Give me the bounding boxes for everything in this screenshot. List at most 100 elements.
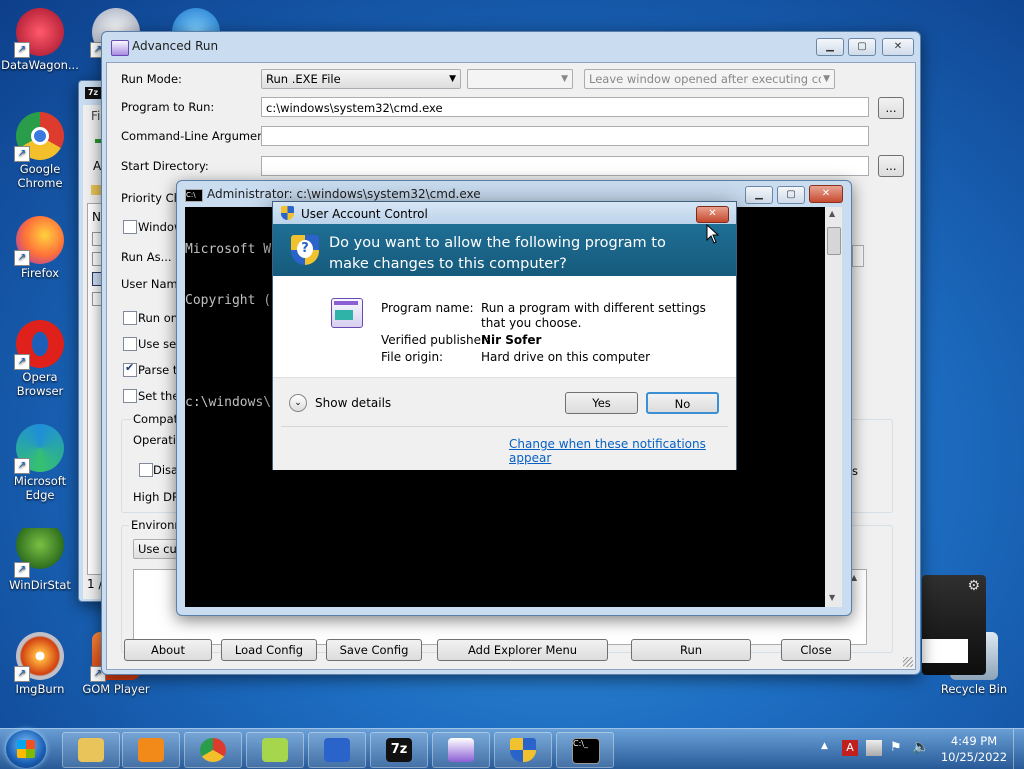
shortcut-arrow-icon: ↗	[14, 42, 30, 58]
close-window-button[interactable]: ✕	[809, 185, 843, 203]
run-on-checkbox[interactable]	[123, 311, 137, 325]
cmd-scrollbar[interactable]: ▲ ▼	[825, 207, 842, 607]
windows-logo-icon	[17, 740, 35, 758]
shield-icon	[510, 738, 536, 762]
taskbar-explorer[interactable]	[62, 732, 120, 768]
shortcut-arrow-icon: ↗	[14, 666, 30, 682]
desktop-icon-chrome[interactable]: ↗ Google Chrome	[0, 112, 80, 190]
publisher-value: Nir Sofer	[481, 333, 542, 347]
notes-icon	[262, 738, 288, 762]
uac-footer: ⌄ Show details Yes No Change when these …	[273, 377, 736, 470]
tray-network-icon[interactable]	[866, 740, 882, 756]
run-mode-label: Run Mode:	[121, 72, 182, 86]
disable-checkbox[interactable]	[139, 463, 153, 477]
taskbar-uac[interactable]	[494, 732, 552, 768]
maximize-button[interactable]: ▢	[777, 186, 805, 204]
scroll-thumb[interactable]	[827, 227, 841, 255]
uac-dialog[interactable]: User Account Control ✕ ? Do you want to …	[272, 201, 737, 470]
taskbar-shark[interactable]	[308, 732, 366, 768]
program-to-run-input[interactable]: c:\windows\system32\cmd.exe	[261, 97, 869, 117]
right-dropdown-edge[interactable]	[852, 245, 864, 267]
taskbar-notes[interactable]	[246, 732, 304, 768]
cmd-app-icon: C:\	[185, 189, 203, 202]
show-desktop-button[interactable]	[1013, 729, 1024, 769]
cmd-icon: C:\_	[572, 738, 600, 764]
desktop-icon-opera[interactable]: ↗ Opera Browser	[0, 320, 80, 398]
browse-directory-button[interactable]: ...	[878, 155, 904, 177]
taskbar-media-player[interactable]	[122, 732, 180, 768]
scroll-down-icon[interactable]: ▼	[829, 593, 835, 602]
uac-close-button[interactable]: ✕	[696, 206, 729, 223]
minimize-button[interactable]: ▁	[816, 38, 844, 56]
command-line-label: Command-Line Arguments:	[121, 129, 279, 143]
chevron-down-icon: ⌄	[289, 394, 307, 412]
start-directory-input[interactable]	[261, 156, 869, 176]
close-button[interactable]: Close	[781, 639, 851, 661]
add-explorer-menu-button[interactable]: Add Explorer Menu	[437, 639, 608, 661]
desktop-icon-label: GOM Player	[82, 682, 150, 696]
desktop-icon-firefox[interactable]: ↗ Firefox	[0, 216, 80, 280]
browse-program-button[interactable]: ...	[878, 97, 904, 119]
change-notifications-link[interactable]: Change when these notifications appear	[509, 437, 736, 465]
cmd-title: Administrator: c:\windows\system32\cmd.e…	[207, 187, 481, 201]
resize-grip-icon[interactable]	[903, 657, 913, 667]
desktop-icon-label: WinDirStat	[9, 578, 71, 592]
run-button[interactable]: Run	[631, 639, 751, 661]
use-search-checkbox[interactable]	[123, 337, 137, 351]
edge-icon: ↗	[14, 424, 64, 474]
gear-icon[interactable]: ⚙	[967, 578, 980, 594]
desktop-icon-windirstat[interactable]: ↗ WinDirStat	[0, 528, 80, 592]
about-button[interactable]: About	[124, 639, 212, 661]
clock[interactable]: 4:49 PM 10/25/2022	[938, 733, 1010, 765]
desktop-icon-label: Recycle Bin	[940, 682, 1008, 696]
scroll-up-icon[interactable]: ▲	[829, 209, 835, 218]
load-config-button[interactable]: Load Config	[221, 639, 317, 661]
desktop-icon-label: Firefox	[20, 266, 60, 280]
taskbar-cmd[interactable]: C:\_	[556, 732, 614, 768]
run-as-label: Run As...	[121, 250, 172, 264]
maximize-button[interactable]: ▢	[848, 38, 876, 56]
uac-title: User Account Control	[301, 207, 428, 221]
desktop-icon-label: ImgBurn	[15, 682, 65, 696]
desktop-icon-imgburn[interactable]: ↗ ImgBurn	[0, 632, 80, 696]
firefox-icon: ↗	[14, 216, 64, 266]
window-checkbox[interactable]	[123, 220, 137, 234]
command-line-input[interactable]	[261, 126, 869, 146]
taskbar-advanced-run[interactable]	[432, 732, 490, 768]
clock-date: 10/25/2022	[940, 750, 1008, 764]
no-button[interactable]: No	[646, 392, 719, 414]
program-icon	[331, 298, 363, 328]
after-execution-select[interactable]: Leave window opened after executing comm…	[584, 69, 835, 89]
start-button[interactable]	[6, 730, 46, 768]
chrome-icon	[200, 738, 226, 762]
clock-time: 4:49 PM	[950, 734, 998, 748]
yes-button[interactable]: Yes	[565, 392, 638, 414]
shortcut-arrow-icon: ↗	[14, 146, 30, 162]
taskbar: 7z C:\_ ▲ A ⚑ 🔈 4:49 PM 10/25/2022	[0, 728, 1024, 769]
minimize-button[interactable]: ▁	[745, 186, 773, 204]
taskbar-7zip[interactable]: 7z	[370, 732, 428, 768]
shortcut-arrow-icon: ↗	[14, 562, 30, 578]
parse-checkbox[interactable]	[123, 361, 137, 377]
menu-file[interactable]: Fi	[91, 109, 100, 123]
desktop-icon-datawagon[interactable]: ↗ DataWagon...	[0, 8, 80, 72]
toolbar-label: A	[93, 159, 102, 173]
tray-flag-icon[interactable]: ⚑	[890, 740, 902, 755]
chevron-down-icon: ▼	[561, 74, 568, 84]
close-window-button[interactable]: ✕	[882, 38, 914, 56]
program-to-run-label: Program to Run:	[121, 100, 215, 114]
save-config-button[interactable]: Save Config	[326, 639, 422, 661]
tray-antivirus-icon[interactable]: A	[842, 740, 858, 756]
tray-volume-icon[interactable]: 🔈	[912, 739, 929, 755]
set-checkbox[interactable]	[123, 389, 137, 403]
window-title: Advanced Run	[132, 39, 219, 53]
folder-icon	[78, 738, 104, 762]
desktop-gadget[interactable]: ⚙	[922, 575, 986, 675]
media-player-icon	[138, 738, 164, 762]
taskbar-chrome[interactable]	[184, 732, 242, 768]
desktop-icon-edge[interactable]: ↗ Microsoft Edge	[0, 424, 80, 502]
tray-show-hidden-icon[interactable]: ▲	[821, 741, 828, 751]
run-mode-select[interactable]: Run .EXE File ▼	[261, 69, 461, 89]
column-header-name[interactable]: N	[92, 210, 101, 224]
desktop-icon-label: DataWagon...	[1, 58, 79, 72]
